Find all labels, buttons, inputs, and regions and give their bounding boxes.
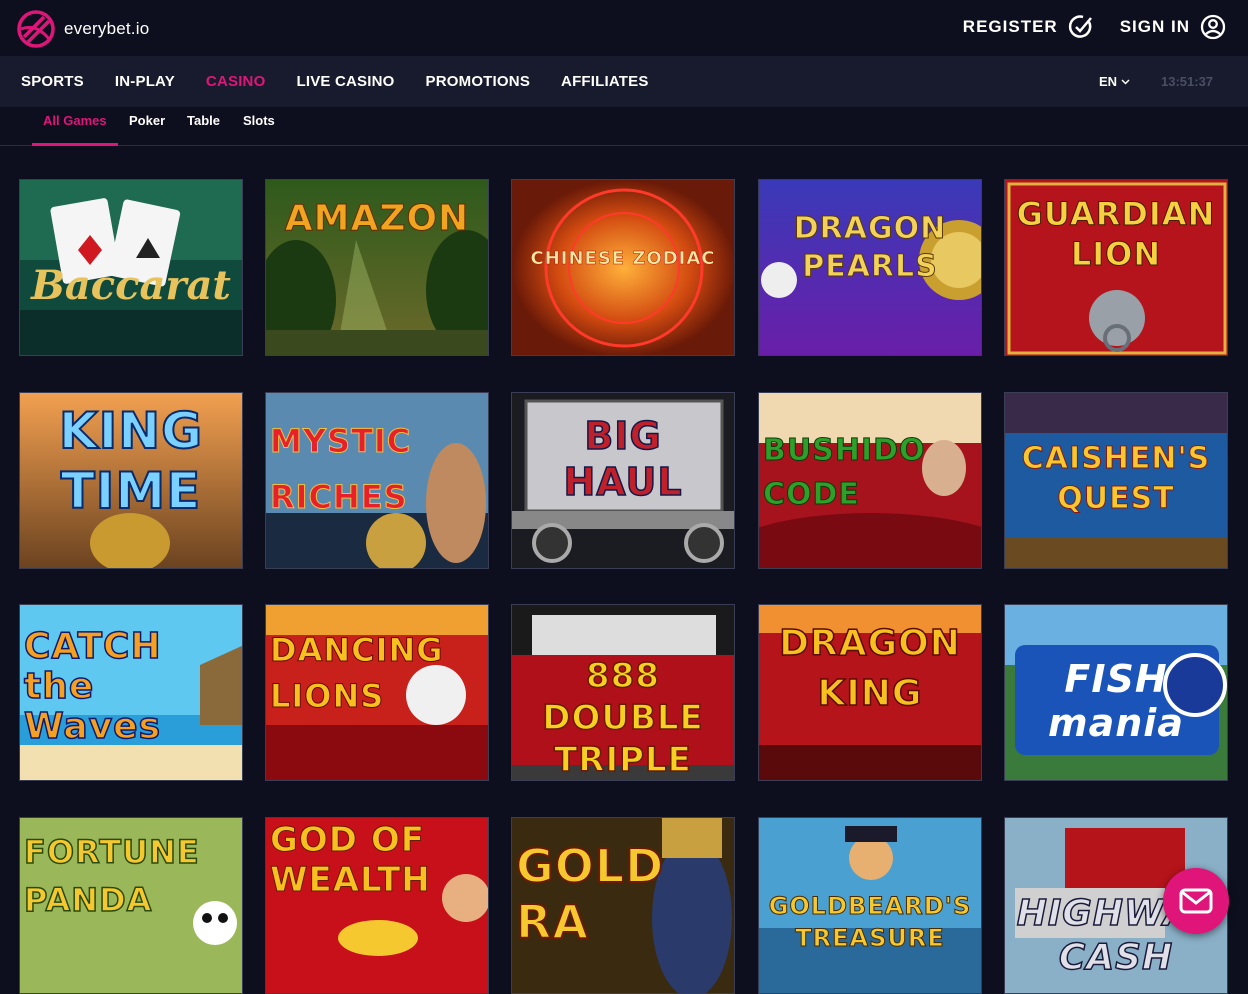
language-label: EN <box>1099 74 1118 89</box>
game-art-text: CHINESE ZODIAC <box>530 248 716 270</box>
nav-promotions[interactable]: PROMOTIONS <box>426 73 531 90</box>
game-art-text: CATCH the Waves <box>23 626 162 748</box>
sign-in-label: SIGN IN <box>1119 17 1190 36</box>
game-tile-dragon-pearls[interactable]: DRAGON PEARLS <box>758 179 982 356</box>
game-tile-goldbeards-treasure[interactable]: GOLDBEARD'S TREASURE <box>758 817 982 994</box>
game-tile-fish-mania[interactable]: FISH mania <box>1004 604 1228 781</box>
game-tile-dancing-lions[interactable]: DANCING LIONS <box>265 604 489 781</box>
game-tile-king-of-time[interactable]: KING TIME <box>19 392 243 569</box>
game-art-text: FISH mania <box>1048 657 1184 745</box>
game-tile-god-of-wealth[interactable]: GOD OF WEALTH <box>265 817 489 994</box>
tab-slots[interactable]: Slots <box>243 113 275 128</box>
game-art-text: DRAGON KING <box>778 622 961 715</box>
tab-all-games[interactable]: All Games <box>43 113 107 128</box>
nav-sports[interactable]: SPORTS <box>21 73 84 90</box>
game-art-text: FORTUNE PANDA <box>23 832 200 920</box>
game-tile-chinese-zodiac[interactable]: CHINESE ZODIAC <box>511 179 735 356</box>
game-tile-888-double-triple[interactable]: 888 DOUBLE TRIPLE <box>511 604 735 781</box>
game-tile-mystic-riches[interactable]: MYSTIC RICHES <box>265 392 489 569</box>
chevron-down-icon <box>1121 78 1130 85</box>
game-art-text: KING TIME <box>58 401 204 521</box>
game-art-text: GUARDIAN LION <box>1016 195 1216 274</box>
game-tile-gold-ra[interactable]: GOLD RA <box>511 817 735 994</box>
game-tile-catch-the-waves[interactable]: CATCH the Waves <box>19 604 243 781</box>
game-art-text: BUSHIDO CODE <box>763 433 926 513</box>
main-nav: SPORTS IN-PLAY CASINO LIVE CASINO PROMOT… <box>0 56 1248 107</box>
register-button[interactable]: REGISTER <box>963 14 1094 40</box>
nav-in-play[interactable]: IN-PLAY <box>115 73 175 90</box>
game-tile-big-haul[interactable]: BIG HAUL <box>511 392 735 569</box>
mail-icon <box>1179 888 1213 914</box>
game-art-text: AMAZON <box>284 198 470 240</box>
game-tile-baccarat[interactable]: Baccarat <box>19 179 243 356</box>
language-selector[interactable]: EN <box>1099 74 1130 89</box>
clock: 13:51:37 <box>1161 74 1214 89</box>
game-art-text: GOD OF WEALTH <box>270 820 431 901</box>
auth-actions: REGISTER SIGN IN <box>963 14 1226 40</box>
game-art-text: CAISHEN'S QUEST <box>1021 441 1211 517</box>
game-art-text: DRAGON PEARLS <box>793 211 947 285</box>
game-tile-bushido-code[interactable]: BUSHIDO CODE <box>758 392 982 569</box>
game-art-text: GOLD RA <box>515 838 665 950</box>
casino-subnav: All Games Poker Table Slots <box>0 107 1248 146</box>
nav-affiliates[interactable]: AFFILIATES <box>561 73 649 90</box>
game-art-text: Baccarat <box>31 262 231 309</box>
logo[interactable]: everybet.io <box>16 9 149 49</box>
everybet-logo-icon <box>17 10 55 48</box>
tab-poker[interactable]: Poker <box>129 113 165 128</box>
game-tile-caishens-quest[interactable]: CAISHEN'S QUEST <box>1004 392 1228 569</box>
brand-name: everybet.io <box>64 19 150 38</box>
game-tile-dragon-king[interactable]: DRAGON KING <box>758 604 982 781</box>
game-tile-fortune-panda[interactable]: FORTUNE PANDA <box>19 817 243 994</box>
sign-in-button[interactable]: SIGN IN <box>1120 14 1226 40</box>
game-tile-amazon[interactable]: AMAZON <box>265 179 489 356</box>
top-bar: everybet.io REGISTER SIGN IN <box>0 0 1248 56</box>
game-art-text: DANCING LIONS <box>270 631 444 716</box>
game-art-text: BIG HAUL <box>563 413 683 505</box>
game-art-text: GOLDBEARD'S TREASURE <box>768 892 972 953</box>
game-art-text: 888 DOUBLE TRIPLE <box>541 655 704 780</box>
register-label: REGISTER <box>962 17 1058 36</box>
tab-table[interactable]: Table <box>187 113 220 128</box>
active-tab-indicator <box>32 143 118 146</box>
register-check-icon <box>1068 15 1092 38</box>
nav-live-casino[interactable]: LIVE CASINO <box>296 73 394 90</box>
game-tile-guardian-lion[interactable]: GUARDIAN LION <box>1004 179 1228 356</box>
game-art-text: MYSTIC RICHES <box>270 422 412 517</box>
nav-casino[interactable]: CASINO <box>206 73 266 90</box>
user-circle-icon <box>1200 14 1226 40</box>
contact-button[interactable] <box>1163 868 1229 934</box>
